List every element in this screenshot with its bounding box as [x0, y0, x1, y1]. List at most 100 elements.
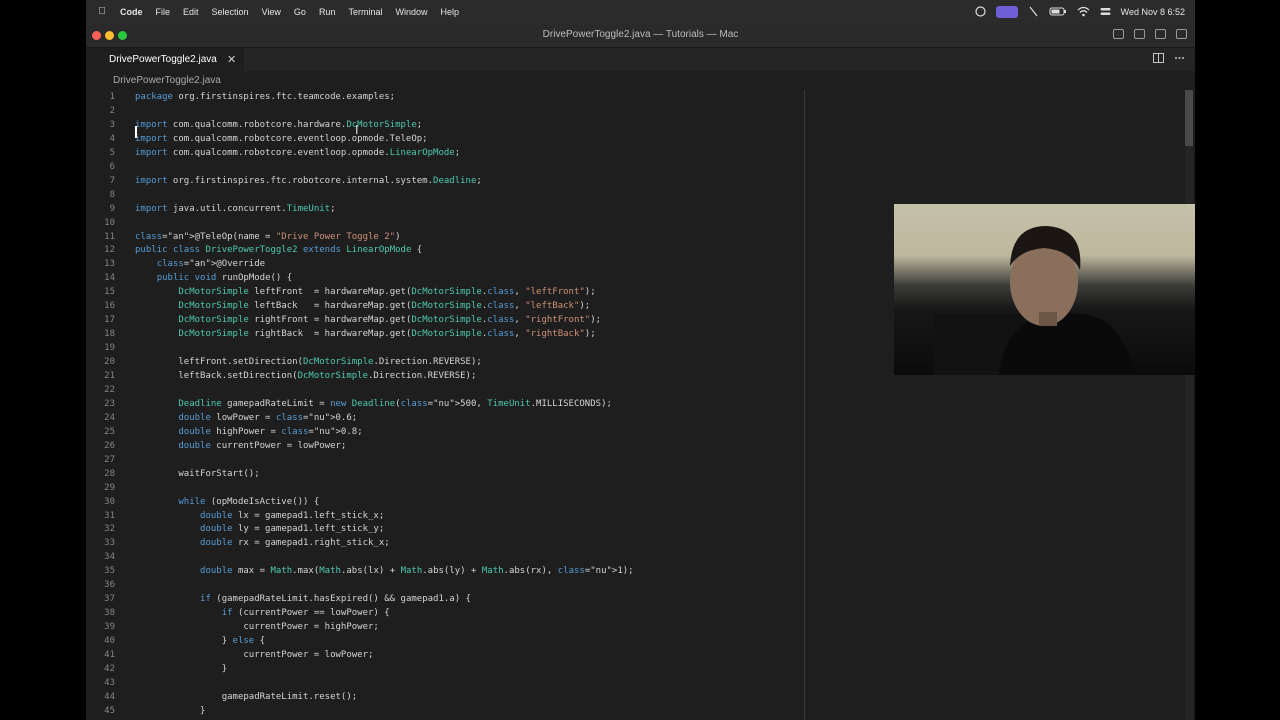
code-line[interactable]: 1 package org.firstinspires.ftc.teamcode.… [86, 90, 1186, 104]
customize-layout-icon[interactable] [1176, 29, 1187, 39]
line-code[interactable]: double ly = gamepad1.left_stick_y; [135, 522, 384, 536]
line-number: 28 [104, 468, 115, 479]
apple-logo-icon[interactable]:  [96, 6, 108, 17]
line-number: 5 [109, 147, 115, 158]
line-code[interactable]: class="an">@Override [135, 257, 265, 271]
more-actions-icon[interactable] [1174, 53, 1185, 66]
code-line[interactable]: 30 while (opModeIsActive()) { [86, 495, 1186, 509]
line-code[interactable]: waitForStart(); [135, 467, 259, 481]
tab-drivepowertoggle2[interactable]: DrivePowerToggle2.java ✕ [86, 48, 244, 71]
line-code[interactable]: double max = Math.max(Math.abs(lx) + Mat… [135, 564, 634, 578]
code-line[interactable]: 31 double lx = gamepad1.left_stick_x; [86, 509, 1186, 523]
split-editor-icon[interactable] [1153, 53, 1164, 66]
editor-scrollbar[interactable] [1185, 90, 1193, 720]
line-code[interactable]: } [135, 704, 205, 718]
line-code[interactable]: leftBack.setDirection(DcMotorSimple.Dire… [135, 369, 476, 383]
code-line[interactable]: 45 } [86, 704, 1186, 718]
line-code[interactable]: double lowPower = class="nu">0.6; [135, 411, 357, 425]
code-line[interactable]: 42 } [86, 662, 1186, 676]
code-line[interactable]: 24 double lowPower = class="nu">0.6; [86, 411, 1186, 425]
menu-help[interactable]: Help [440, 7, 459, 17]
line-code[interactable]: import com.qualcomm.robotcore.eventloop.… [135, 132, 428, 146]
line-code[interactable]: while (opModeIsActive()) { [135, 495, 319, 509]
code-line[interactable]: 40 } else { [86, 634, 1186, 648]
code-line[interactable]: 36 [86, 578, 1186, 592]
code-line[interactable]: 7 import org.firstinspires.ftc.robotcore.… [86, 174, 1186, 188]
code-editor[interactable]: 1 package org.firstinspires.ftc.teamcode.… [86, 90, 1195, 720]
menu-run[interactable]: Run [319, 7, 336, 17]
code-line[interactable]: 44 gamepadRateLimit.reset(); [86, 690, 1186, 704]
line-code[interactable]: import java.util.concurrent.TimeUnit; [135, 202, 336, 216]
line-code[interactable]: double rx = gamepad1.right_stick_x; [135, 536, 390, 550]
line-code[interactable]: double highPower = class="nu">0.8; [135, 425, 362, 439]
code-line[interactable]: 35 double max = Math.max(Math.abs(lx) + … [86, 564, 1186, 578]
line-code[interactable]: public void runOpMode() { [135, 271, 292, 285]
toggle-panel-icon[interactable] [1134, 29, 1145, 39]
line-code[interactable]: import com.qualcomm.robotcore.hardware.D… [135, 118, 422, 132]
code-line[interactable]: 25 double highPower = class="nu">0.8; [86, 425, 1186, 439]
menu-bar-clock[interactable]: Wed Nov 8 6:52 [1121, 7, 1185, 17]
menu-selection[interactable]: Selection [212, 7, 249, 17]
wifi-icon[interactable] [1077, 6, 1090, 17]
line-number: 29 [104, 482, 115, 493]
code-line[interactable]: 8 [86, 188, 1186, 202]
pen-icon[interactable] [1028, 6, 1039, 17]
line-code[interactable]: if (gamepadRateLimit.hasExpired() && gam… [135, 592, 471, 606]
code-line[interactable]: 32 double ly = gamepad1.left_stick_y; [86, 522, 1186, 536]
scrollbar-thumb[interactable] [1185, 90, 1193, 146]
control-center-icon[interactable] [1100, 6, 1111, 17]
code-line[interactable]: 34 [86, 550, 1186, 564]
close-tab-icon[interactable]: ✕ [227, 53, 236, 66]
code-line[interactable]: 5 import com.qualcomm.robotcore.eventloop… [86, 146, 1186, 160]
code-line[interactable]: 38 if (currentPower == lowPower) { [86, 606, 1186, 620]
toggle-secondary-sidebar-icon[interactable] [1155, 29, 1166, 39]
screen-recording-icon[interactable] [995, 5, 1018, 18]
menu-view[interactable]: View [262, 7, 281, 17]
code-line[interactable]: 37 if (gamepadRateLimit.hasExpired() && … [86, 592, 1186, 606]
line-code[interactable]: DcMotorSimple rightBack = hardwareMap.ge… [135, 327, 595, 341]
code-line[interactable]: 3 import com.qualcomm.robotcore.hardware.… [86, 118, 1186, 132]
menu-window[interactable]: Window [395, 7, 427, 17]
menu-code[interactable]: Code [120, 7, 143, 17]
menu-terminal[interactable]: Terminal [348, 7, 382, 17]
breadcrumb[interactable]: DrivePowerToggle2.java [113, 75, 221, 86]
line-code[interactable]: class="an">@TeleOp(name = "Drive Power T… [135, 230, 401, 244]
line-code[interactable]: DcMotorSimple rightFront = hardwareMap.g… [135, 313, 601, 327]
code-line[interactable]: 26 double currentPower = lowPower; [86, 439, 1186, 453]
line-code[interactable]: currentPower = lowPower; [135, 648, 373, 662]
line-code[interactable]: gamepadRateLimit.reset(); [135, 690, 357, 704]
menu-file[interactable]: File [156, 7, 171, 17]
menu-edit[interactable]: Edit [183, 7, 199, 17]
line-code[interactable]: double lx = gamepad1.left_stick_x; [135, 509, 384, 523]
code-line[interactable]: 23 Deadline gamepadRateLimit = new Deadl… [86, 397, 1186, 411]
toggle-primary-sidebar-icon[interactable] [1113, 29, 1124, 39]
code-line[interactable]: 41 currentPower = lowPower; [86, 648, 1186, 662]
battery-icon[interactable] [1049, 6, 1067, 17]
code-line[interactable]: 28 waitForStart(); [86, 467, 1186, 481]
code-line[interactable]: 43 [86, 676, 1186, 690]
code-line[interactable]: 6 [86, 160, 1186, 174]
line-number: 42 [104, 663, 115, 674]
line-code[interactable]: package org.firstinspires.ftc.teamcode.e… [135, 90, 395, 104]
code-line[interactable]: 29 [86, 481, 1186, 495]
code-line[interactable]: 27 [86, 453, 1186, 467]
line-code[interactable]: import org.firstinspires.ftc.robotcore.i… [135, 174, 482, 188]
code-line[interactable]: 39 currentPower = highPower; [86, 620, 1186, 634]
line-code[interactable]: } else { [135, 634, 265, 648]
line-code[interactable]: Deadline gamepadRateLimit = new Deadline… [135, 397, 612, 411]
line-code[interactable]: public class DrivePowerToggle2 extends L… [135, 243, 422, 257]
code-line[interactable]: 22 [86, 383, 1186, 397]
code-line[interactable]: 4 import com.qualcomm.robotcore.eventloop… [86, 132, 1186, 146]
line-code[interactable]: if (currentPower == lowPower) { [135, 606, 390, 620]
line-code[interactable]: import com.qualcomm.robotcore.eventloop.… [135, 146, 460, 160]
line-code[interactable]: } [135, 662, 227, 676]
code-line[interactable]: 33 double rx = gamepad1.right_stick_x; [86, 536, 1186, 550]
code-line[interactable]: 2 [86, 104, 1186, 118]
line-code[interactable]: DcMotorSimple leftFront = hardwareMap.ge… [135, 285, 595, 299]
line-code[interactable]: currentPower = highPower; [135, 620, 378, 634]
line-code[interactable]: leftFront.setDirection(DcMotorSimple.Dir… [135, 355, 481, 369]
menu-go[interactable]: Go [294, 7, 306, 17]
creative-cloud-icon[interactable] [975, 6, 986, 17]
line-code[interactable]: double currentPower = lowPower; [135, 439, 346, 453]
line-code[interactable]: DcMotorSimple leftBack = hardwareMap.get… [135, 299, 590, 313]
